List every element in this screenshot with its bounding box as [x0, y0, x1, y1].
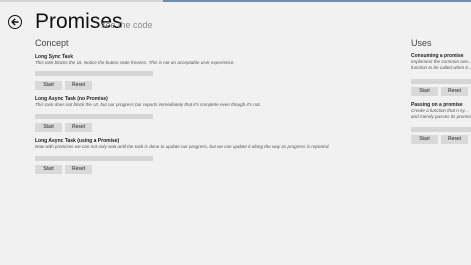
use-progress-bar: [411, 79, 471, 84]
task-description: This task does not block the UI, but our…: [35, 102, 261, 107]
reset-button[interactable]: Reset: [65, 165, 92, 174]
start-button[interactable]: Start: [35, 81, 62, 90]
uses-heading: Uses: [411, 38, 432, 48]
promises-page: Promises see the code Concept Long Sync …: [0, 0, 471, 265]
top-bar-accent: [163, 0, 471, 2]
reset-button[interactable]: Reset: [441, 87, 468, 96]
see-the-code-link[interactable]: see the code: [101, 20, 153, 31]
start-button[interactable]: Start: [411, 87, 438, 96]
use-progress-bar: [411, 127, 471, 132]
use-description-line: function to be called when it...: [411, 65, 471, 70]
back-button[interactable]: [8, 15, 22, 29]
start-button[interactable]: Start: [35, 165, 62, 174]
start-button[interactable]: Start: [411, 135, 438, 144]
back-arrow-icon: [11, 18, 19, 26]
reset-button[interactable]: Reset: [65, 81, 92, 90]
start-button[interactable]: Start: [35, 123, 62, 132]
use-description-line: and merely passes its promise...: [411, 114, 471, 119]
task-progress-bar: [35, 71, 153, 76]
task-description: This task blocks the UI. Notice the butt…: [35, 60, 235, 65]
concept-heading: Concept: [35, 38, 69, 48]
reset-button[interactable]: Reset: [65, 123, 92, 132]
task-progress-bar: [35, 156, 153, 161]
task-progress-bar: [35, 114, 153, 119]
task-description: Now with promises we can not only wait u…: [35, 144, 330, 149]
reset-button[interactable]: Reset: [441, 135, 468, 144]
